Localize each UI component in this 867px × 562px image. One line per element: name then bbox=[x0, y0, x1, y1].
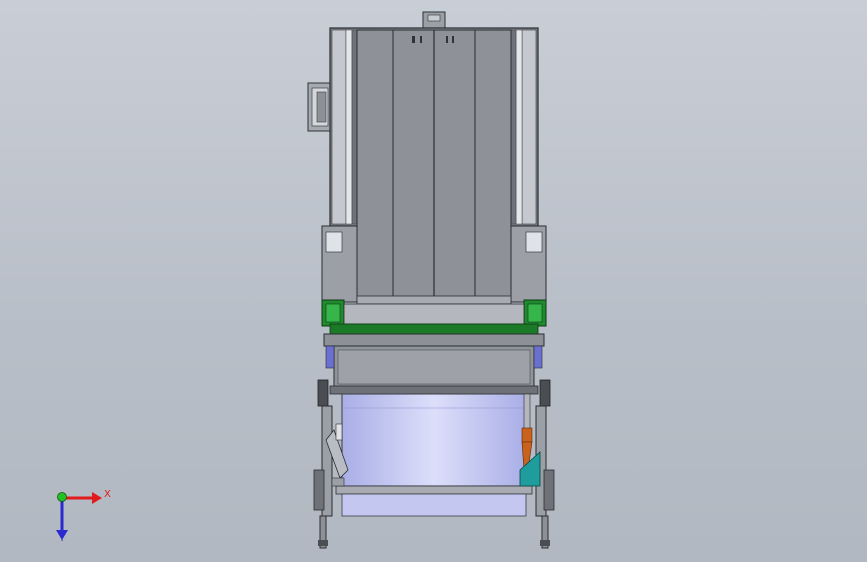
coordinate-triad: X Y bbox=[56, 489, 111, 544]
y-axis-label: Y bbox=[58, 533, 66, 544]
roller-housing bbox=[323, 333, 545, 395]
right-frame bbox=[519, 379, 555, 549]
cad-viewport[interactable]: X Y bbox=[0, 0, 867, 562]
origin-icon bbox=[57, 492, 67, 502]
hopper-body bbox=[329, 27, 539, 303]
green-brackets bbox=[321, 299, 547, 335]
x-axis-arrow-icon bbox=[92, 492, 102, 504]
x-axis-label: X bbox=[104, 489, 111, 500]
drum-roller bbox=[335, 393, 533, 517]
machine-assembly bbox=[307, 11, 555, 549]
side-gearbox bbox=[307, 82, 333, 132]
